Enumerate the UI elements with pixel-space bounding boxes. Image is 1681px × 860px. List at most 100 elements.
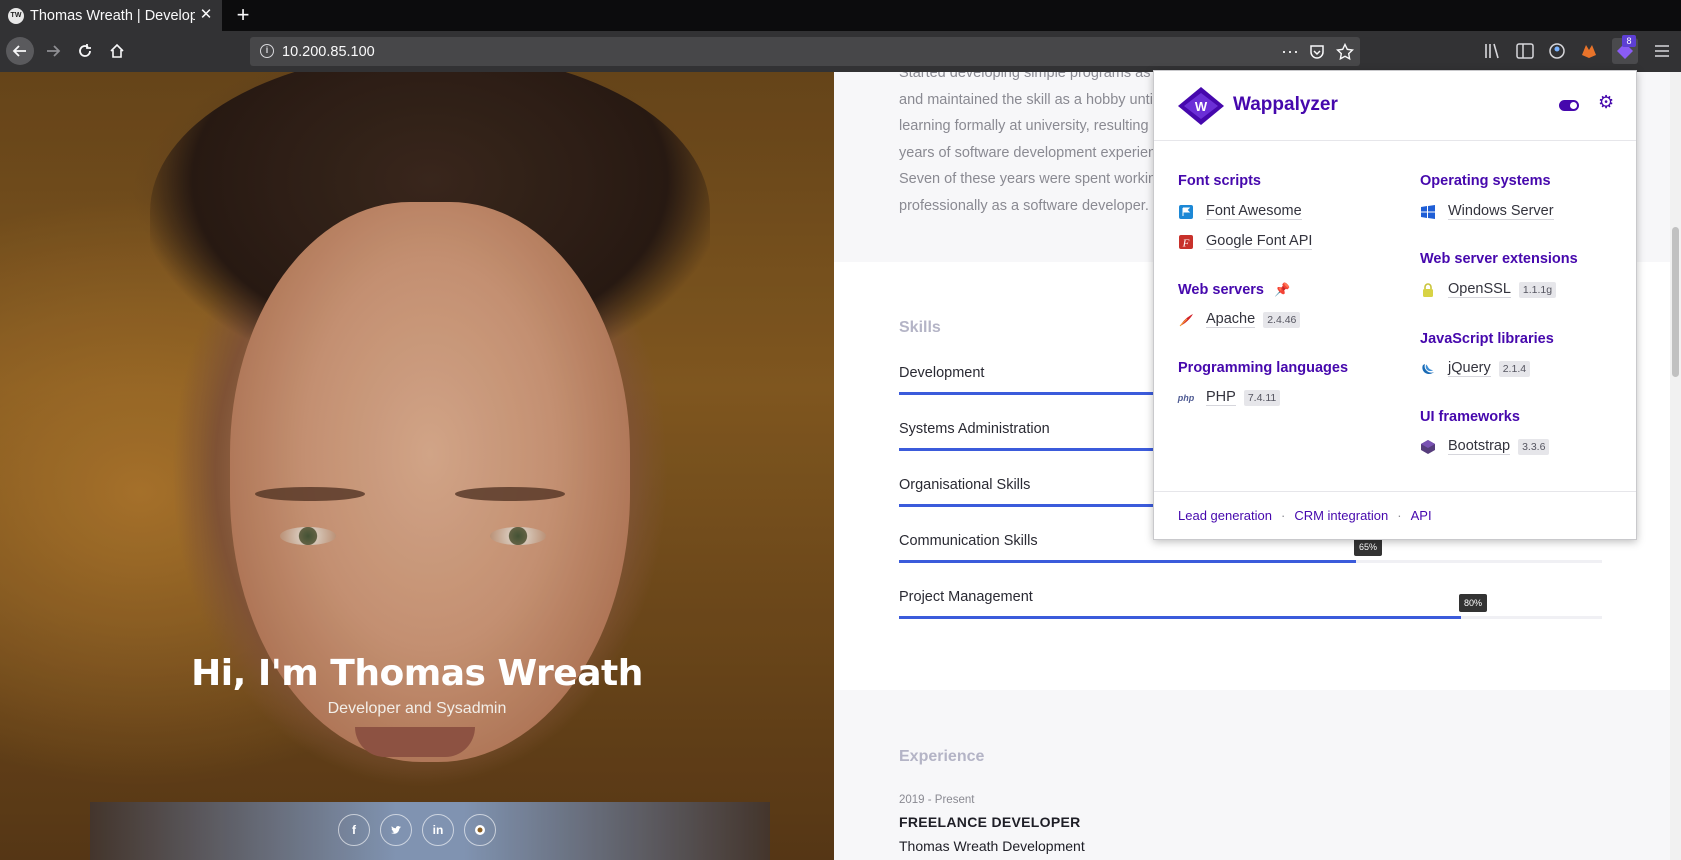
enable-toggle[interactable] xyxy=(1559,100,1579,111)
svg-text:W: W xyxy=(1195,99,1208,114)
reload-icon[interactable] xyxy=(72,38,98,64)
skill-bar-track xyxy=(899,560,1602,563)
jquery-icon xyxy=(1420,361,1436,377)
linkedin-icon[interactable]: in xyxy=(422,814,454,846)
tech-version: 7.4.11 xyxy=(1243,389,1281,406)
github-icon[interactable] xyxy=(464,814,496,846)
tech-name: Windows Server xyxy=(1448,203,1554,220)
skill-bar-track xyxy=(899,616,1602,619)
skills-title: Skills xyxy=(899,319,941,336)
category-label: Web servers xyxy=(1178,282,1264,298)
tech-name: OpenSSL xyxy=(1448,281,1511,298)
skill-label: Systems Administration xyxy=(899,421,1050,437)
experience-role: FREELANCE DEVELOPER xyxy=(899,814,1081,830)
tech-bootstrap[interactable]: Bootstrap 3.3.6 xyxy=(1420,438,1550,455)
popup-footer: Lead generation · CRM integration · API xyxy=(1154,491,1636,539)
feather-icon xyxy=(1178,312,1194,328)
svg-text:F: F xyxy=(1182,237,1190,249)
hero-overlay xyxy=(0,72,834,860)
extension-fox-icon[interactable] xyxy=(1579,41,1599,61)
skill-label: Project Management xyxy=(899,589,1033,605)
tech-openssl[interactable]: OpenSSL 1.1.1g xyxy=(1420,281,1557,298)
tab-strip: TW Thomas Wreath | Developer ✕ + xyxy=(0,0,1681,31)
flag-icon xyxy=(1178,204,1194,220)
crm-integration-link[interactable]: CRM integration xyxy=(1294,508,1388,523)
twitter-icon[interactable] xyxy=(380,814,412,846)
category-web-server-extensions[interactable]: Web server extensions xyxy=(1420,251,1578,267)
footer-separator: · xyxy=(1280,508,1286,523)
tech-jquery[interactable]: jQuery 2.1.4 xyxy=(1420,360,1531,377)
lock-icon xyxy=(1420,282,1436,298)
bootstrap-icon xyxy=(1420,439,1436,455)
account-icon[interactable] xyxy=(1547,41,1567,61)
experience-section xyxy=(834,690,1681,860)
tech-version: 3.3.6 xyxy=(1518,438,1550,455)
category-javascript-libraries[interactable]: JavaScript libraries xyxy=(1420,331,1554,347)
url-text: 10.200.85.100 xyxy=(282,43,375,60)
tech-windows-server[interactable]: Windows Server xyxy=(1420,203,1554,220)
tab-active[interactable]: TW Thomas Wreath | Developer ✕ xyxy=(0,0,222,31)
experience-company: Thomas Wreath Development xyxy=(899,838,1085,854)
experience-date: 2019 - Present xyxy=(899,794,975,806)
skill-label: Communication Skills xyxy=(899,533,1038,549)
category-programming-languages[interactable]: Programming languages xyxy=(1178,360,1348,376)
site-favicon: TW xyxy=(8,7,24,24)
hero-name: Hi, I'm Thomas Wreath xyxy=(191,653,643,694)
tech-name: Bootstrap xyxy=(1448,438,1511,455)
browser-window: TW Thomas Wreath | Developer ✕ + i 10.20… xyxy=(0,0,1681,860)
url-bar[interactable]: i 10.200.85.100 ··· xyxy=(250,37,1360,66)
category-operating-systems[interactable]: Operating systems xyxy=(1420,173,1551,189)
scrollbar-thumb[interactable] xyxy=(1672,227,1679,377)
api-link[interactable]: API xyxy=(1411,508,1432,523)
back-icon[interactable] xyxy=(6,37,34,65)
library-icon[interactable] xyxy=(1483,41,1503,61)
forward-icon[interactable] xyxy=(40,38,66,64)
new-tab-icon[interactable]: + xyxy=(232,4,254,26)
tech-php[interactable]: php PHP 7.4.11 xyxy=(1177,389,1281,406)
footer-separator: · xyxy=(1397,508,1402,523)
wappalyzer-title: Wappalyzer xyxy=(1233,94,1338,115)
php-icon: php xyxy=(1177,392,1195,403)
tech-font-awesome[interactable]: Font Awesome xyxy=(1178,203,1302,220)
hero-subtitle: Developer and Sysadmin xyxy=(327,700,507,717)
pocket-icon[interactable] xyxy=(1308,43,1326,61)
tech-name: PHP xyxy=(1206,389,1236,406)
tech-name: Font Awesome xyxy=(1206,203,1302,220)
facebook-icon[interactable]: f xyxy=(338,814,370,846)
tech-name: jQuery xyxy=(1448,360,1491,377)
tab-title: Thomas Wreath | Developer xyxy=(30,7,195,24)
pin-icon[interactable]: 📌 xyxy=(1274,282,1290,298)
category-font-scripts[interactable]: Font scripts xyxy=(1178,173,1261,189)
wappalyzer-popup: W Wappalyzer ⚙ Font scripts Font Awesome… xyxy=(1153,70,1637,540)
skill-label: Development xyxy=(899,365,985,381)
home-icon[interactable] xyxy=(104,38,130,64)
skill-label: Organisational Skills xyxy=(899,477,1031,493)
tech-name: Apache xyxy=(1206,311,1256,328)
tech-version: 2.4.46 xyxy=(1263,311,1301,328)
tech-name: Google Font API xyxy=(1206,233,1313,250)
wappalyzer-logo-icon: W xyxy=(1178,87,1224,125)
hero-section: Hi, I'm Thomas Wreath Developer and Sysa… xyxy=(0,72,834,860)
category-web-servers[interactable]: Web servers 📌 xyxy=(1178,282,1290,298)
tech-version: 2.1.4 xyxy=(1498,360,1531,377)
wappalyzer-badge: 8 xyxy=(1622,35,1636,47)
tech-version: 1.1.1g xyxy=(1518,281,1557,298)
tab-close-icon[interactable]: ✕ xyxy=(198,7,214,23)
font-f-icon: F xyxy=(1178,234,1194,250)
site-info-icon[interactable]: i xyxy=(260,44,274,58)
navigation-bar: i 10.200.85.100 ··· 8 xyxy=(0,31,1681,72)
sidebar-icon[interactable] xyxy=(1515,41,1535,61)
page-actions-icon[interactable]: ··· xyxy=(1281,42,1299,61)
category-ui-frameworks[interactable]: UI frameworks xyxy=(1420,409,1520,425)
skill-bar-fill xyxy=(899,560,1356,563)
windows-icon xyxy=(1420,204,1436,220)
skill-bar-fill xyxy=(899,616,1461,619)
bookmark-star-icon[interactable] xyxy=(1335,42,1355,61)
settings-gear-icon[interactable]: ⚙ xyxy=(1598,93,1616,111)
menu-icon[interactable] xyxy=(1652,41,1672,61)
popup-header: W Wappalyzer ⚙ xyxy=(1154,71,1636,141)
tech-apache[interactable]: Apache 2.4.46 xyxy=(1178,311,1301,328)
tech-google-font-api[interactable]: F Google Font API xyxy=(1178,233,1313,250)
page-scrollbar[interactable] xyxy=(1670,72,1681,860)
lead-generation-link[interactable]: Lead generation xyxy=(1178,508,1272,523)
